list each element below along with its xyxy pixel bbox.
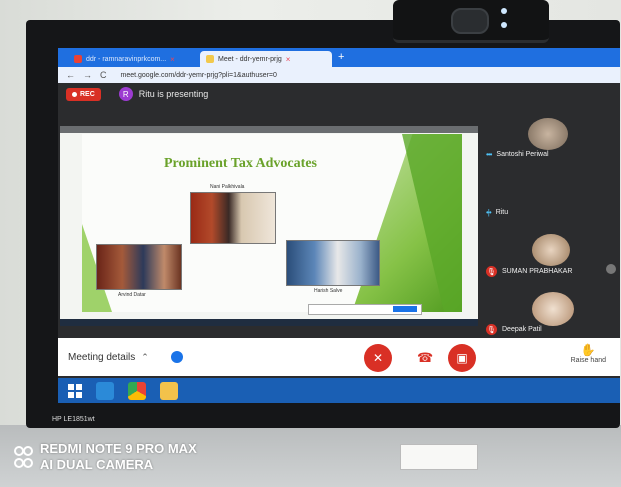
tab-label: ddr - ramnaravinprkcom... — [86, 55, 167, 63]
record-dot-icon — [72, 91, 77, 97]
edge-icon[interactable] — [96, 381, 114, 400]
tab-label: Meet - ddr-yemr-prjg — [218, 55, 282, 63]
photo-caption: Arvind Datar — [118, 292, 146, 298]
windows-start-icon[interactable] — [68, 383, 82, 398]
slide-title: Prominent Tax Advocates — [164, 156, 317, 171]
rec-label: REC — [80, 90, 95, 98]
participant-santoshi: ••• Santoshi Periwal — [486, 150, 549, 159]
camera-watermark-icon — [14, 444, 33, 472]
webcam-lens — [451, 8, 489, 34]
url-field[interactable]: meet.google.com/ddr-yemr-prjg?pli=1&auth… — [121, 72, 277, 79]
tab-meet[interactable]: Meet - ddr-yemr-prjg × — [200, 51, 332, 67]
presenting-text: Ritu is presenting — [138, 89, 209, 99]
participant-deepak: 🎙 Deepak Patil — [486, 324, 542, 335]
desk-label — [400, 444, 478, 470]
screen: ddr - ramnaravinprkcom... × Meet - ddr-y… — [58, 48, 620, 403]
windows-taskbar — [58, 378, 620, 403]
meet-header: REC R Ritu is presenting — [58, 83, 620, 105]
shared-taskbar — [60, 319, 478, 326]
raise-hand-button[interactable]: ✋ Raise hand — [571, 343, 606, 364]
recording-badge: REC — [66, 87, 101, 101]
watermark-line2: AI DUAL CAMERA — [40, 457, 154, 472]
presenter-avatar: R — [118, 87, 133, 101]
audio-level-icon: •|• — [486, 208, 492, 217]
webcam — [393, 0, 549, 43]
webcam-light — [501, 8, 507, 14]
mic-off-icon: 🎙 — [486, 266, 497, 277]
hang-up-icon[interactable]: ☎ — [417, 350, 433, 366]
watermark-line1: REDMI NOTE 9 PRO MAX — [40, 441, 197, 456]
mic-off-icon: 🎙 — [486, 324, 497, 335]
webcam-light — [501, 22, 507, 28]
tab-other[interactable]: ddr - ramnaravinprkcom... × — [68, 51, 198, 67]
advocate-photo — [96, 244, 182, 290]
participant-avatar — [532, 292, 574, 326]
participant-suman: 🎙 SUMAN PRABHAKAR — [486, 266, 572, 277]
participant-name: Santoshi Periwal — [496, 151, 549, 158]
shared-window-titlebar — [60, 126, 478, 133]
address-bar: ← → C meet.google.com/ddr-yemr-prjg?pli=… — [58, 67, 620, 83]
monitor-brand-label: HP LE1851wt — [52, 416, 95, 423]
participant-ritu: •|• Ritu — [486, 208, 508, 217]
advocate-photo — [190, 192, 276, 244]
stop-sharing-button[interactable] — [393, 306, 417, 312]
forward-icon[interactable]: → — [83, 70, 92, 80]
hand-icon: ✋ — [580, 343, 596, 357]
participant-avatar — [532, 234, 570, 266]
close-icon[interactable]: × — [170, 55, 175, 64]
participant-name: Ritu — [495, 209, 509, 216]
tab-favicon-icon — [74, 55, 82, 63]
photo-caption: Harish Salve — [314, 288, 343, 294]
camera-toggle-button[interactable]: ▣ — [448, 344, 476, 372]
meet-favicon-icon — [206, 55, 214, 63]
audio-level-icon: ••• — [486, 150, 492, 159]
presentation-slide: Prominent Tax Advocates Nani Palkhivala … — [82, 134, 462, 312]
back-icon[interactable]: ← — [66, 70, 75, 80]
participant-avatar — [528, 118, 568, 150]
file-explorer-icon[interactable] — [160, 381, 178, 400]
more-options-icon[interactable] — [606, 264, 616, 274]
chevron-up-icon[interactable]: ⌃ — [141, 352, 149, 363]
advocate-photo — [286, 240, 380, 286]
shield-icon[interactable] — [170, 351, 183, 363]
meeting-details-button[interactable]: Meeting details — [68, 352, 135, 363]
close-icon[interactable]: × — [286, 55, 291, 64]
browser-tab-bar: ddr - ramnaravinprkcom... × Meet - ddr-y… — [58, 48, 620, 67]
shared-screen: Prominent Tax Advocates Nani Palkhivala … — [60, 126, 478, 326]
photo-caption: Nani Palkhivala — [210, 184, 245, 190]
sharing-notification — [308, 304, 422, 315]
watermark-circle — [23, 446, 33, 456]
new-tab-icon[interactable]: + — [338, 51, 344, 63]
watermark-circle — [23, 458, 33, 468]
camera-watermark: REDMI NOTE 9 PRO MAX AI DUAL CAMERA — [40, 441, 197, 473]
meet-control-bar: Meeting details ⌃ ✕ ☎ ▣ ✋ Raise hand — [58, 338, 620, 376]
participant-name: Deepak Patil — [502, 326, 542, 333]
chrome-icon[interactable] — [128, 381, 146, 400]
raise-hand-label: Raise hand — [570, 357, 606, 364]
reload-icon[interactable]: C — [100, 70, 107, 80]
mic-toggle-button[interactable]: ✕ — [364, 344, 392, 372]
participant-name: SUMAN PRABHAKAR — [502, 268, 573, 275]
